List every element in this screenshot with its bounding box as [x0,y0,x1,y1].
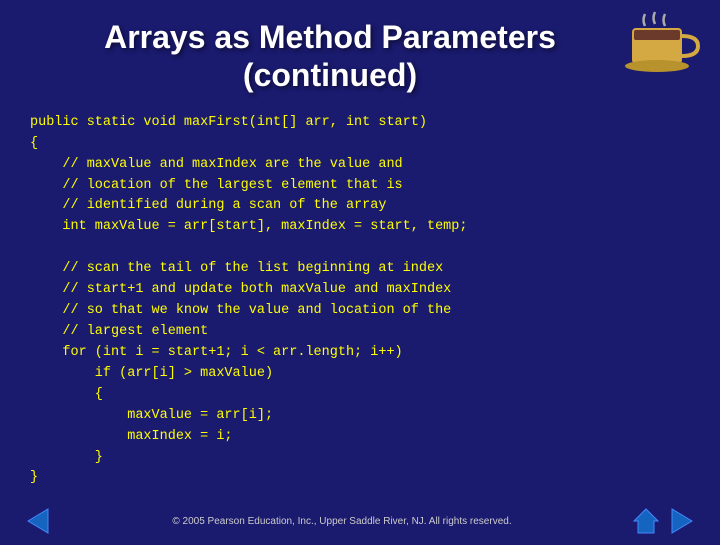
steam-2-icon [654,12,656,24]
cup-saucer-icon [625,60,689,72]
cup-handle-icon [682,36,698,56]
cup-liquid-icon [634,30,680,40]
nav-back-button[interactable] [20,503,56,539]
slide: Arrays as Method Parameters (continued) [0,0,720,540]
slide-title: Arrays as Method Parameters (continued) [20,18,640,95]
title-line2: (continued) [243,57,417,93]
steam-3-icon [664,14,666,26]
title-area: Arrays as Method Parameters (continued) [0,0,720,105]
nav-forward-button[interactable] [664,503,700,539]
steam-1-icon [644,14,646,26]
copyright-text: © 2005 Pearson Education, Inc., Upper Sa… [56,516,628,527]
title-line1: Arrays as Method Parameters [104,19,556,55]
coffee-cup-image [620,8,700,83]
footer-area: © 2005 Pearson Education, Inc., Upper Sa… [0,499,720,545]
content-area: public static void maxFirst(int[] arr, i… [0,105,720,500]
code-block: public static void maxFirst(int[] arr, i… [30,113,690,490]
nav-home-button[interactable] [628,503,664,539]
